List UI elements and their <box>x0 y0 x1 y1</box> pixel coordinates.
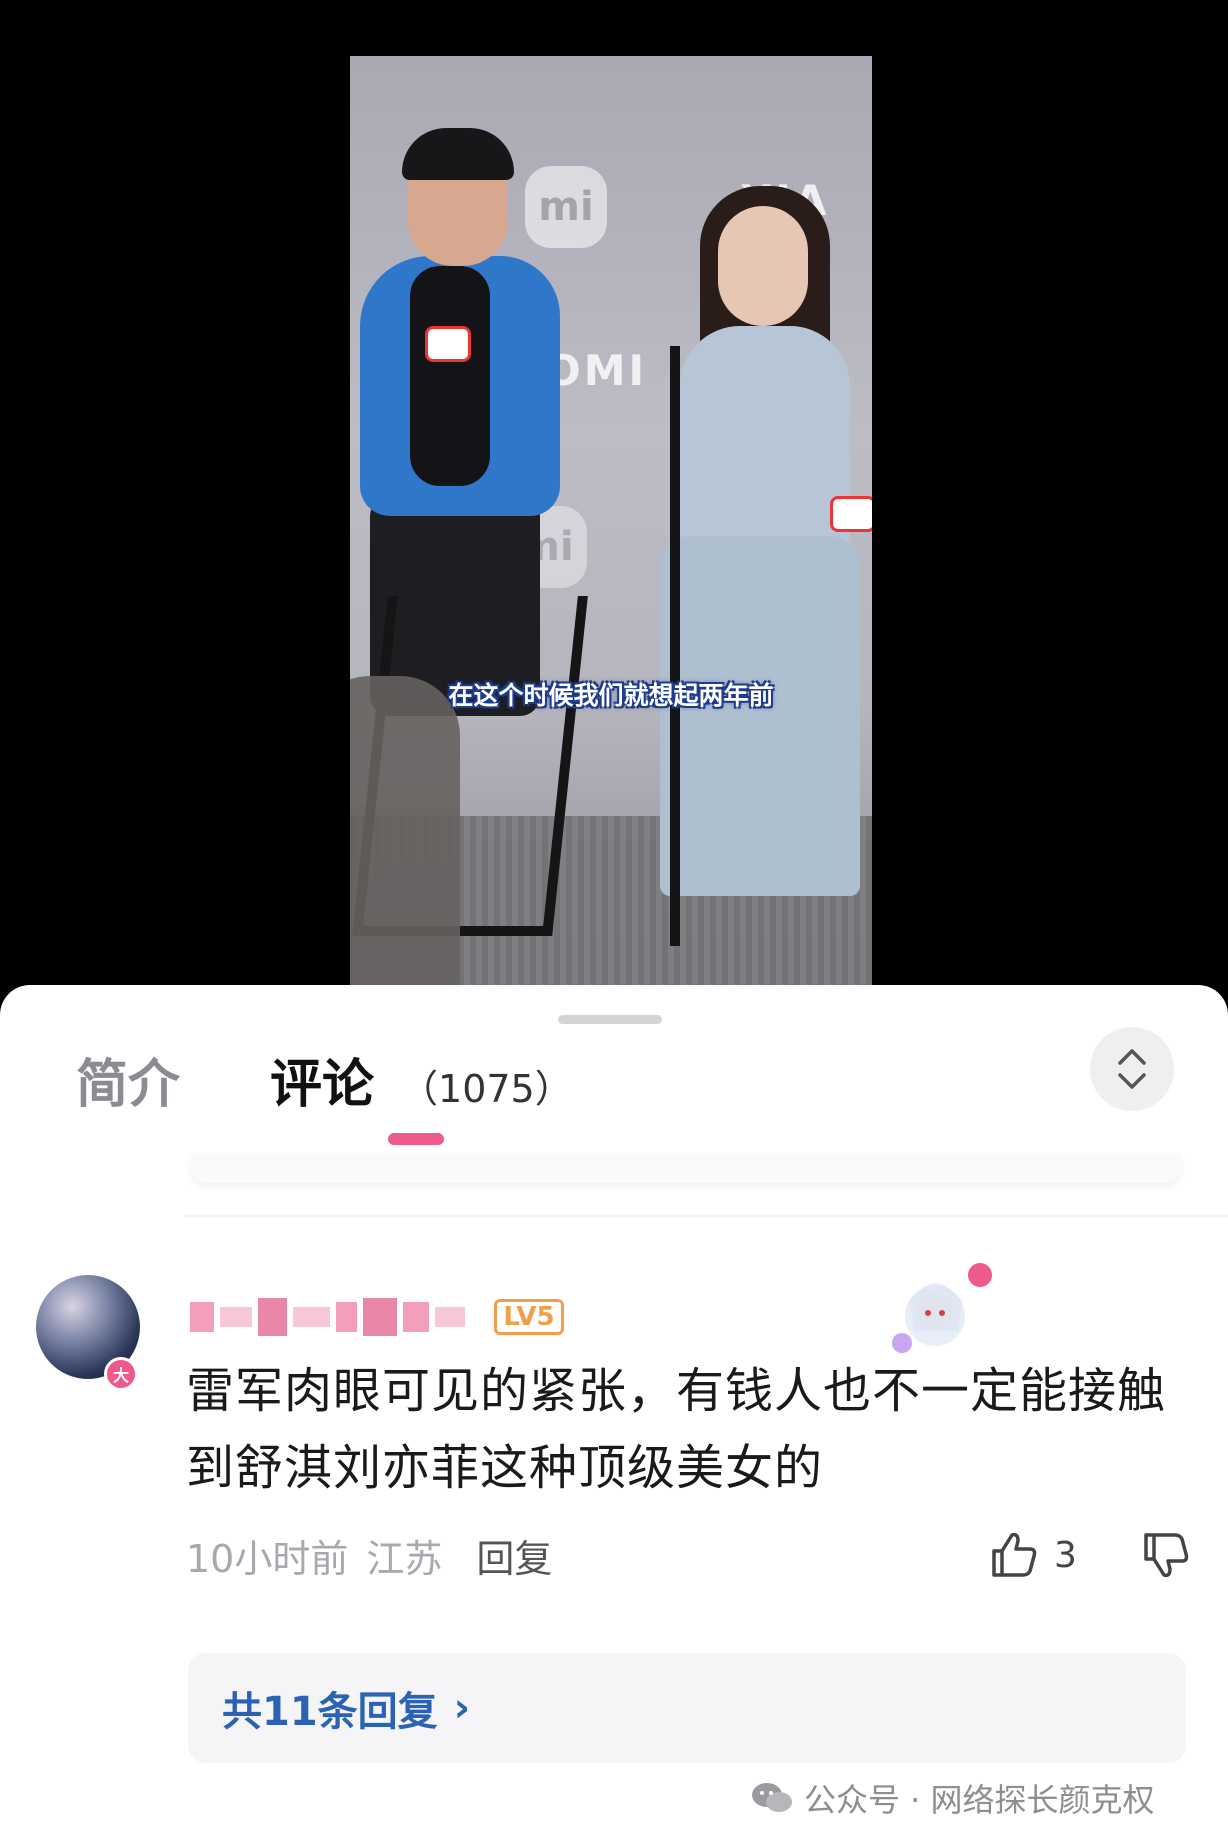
thumbs-up-icon <box>992 1532 1037 1577</box>
wechat-icon <box>752 1783 792 1812</box>
brand-logo: mi <box>525 166 607 248</box>
avatar-badge: 大 <box>104 1357 138 1391</box>
comment-time: 10小时前 <box>186 1536 349 1581</box>
reply-button[interactable]: 回复 <box>476 1528 552 1583</box>
level-badge: LV5 <box>494 1299 564 1335</box>
active-tab-indicator <box>388 1133 444 1145</box>
divider <box>184 1215 1228 1217</box>
like-count: 3 <box>1054 1534 1077 1576</box>
watermark-text: 公众号 · 网络探长颜克权 <box>804 1781 1155 1819</box>
comments-sheet: 简介 评论 （1075） 大 LV5 雷军肉眼可见的紧张，有钱人也不一定能接触到… <box>0 985 1228 1827</box>
view-replies-button[interactable]: 共11条回复 › <box>188 1653 1186 1763</box>
like-button[interactable]: 3 <box>988 1527 1077 1583</box>
video-subtitle: 在这个时候我们就想起两年前 <box>448 681 774 710</box>
video-frame[interactable]: mi mi XIA OMI 在这个时候我们就想起两年前 <box>350 56 872 986</box>
person-figure <box>718 206 808 326</box>
brand-wordmark: OMI <box>545 346 648 395</box>
tab-comments[interactable]: 评论 <box>270 1035 374 1135</box>
audience-head <box>350 676 460 986</box>
sheet-drag-handle[interactable] <box>558 1015 662 1024</box>
previous-card-edge <box>190 1153 1182 1183</box>
comment-text: 雷军肉眼可见的紧张，有钱人也不一定能接触到舒淇刘亦菲这种顶级美女的 <box>186 1363 1167 1496</box>
anime-decoration-icon <box>892 1263 992 1353</box>
chevron-right-icon: › <box>453 1685 471 1731</box>
comment-count: （1075） <box>400 1066 573 1111</box>
comment-meta: 10小时前 江苏 回复 <box>186 1525 552 1585</box>
tab-bar: 简介 评论 （1075） <box>76 1035 573 1135</box>
tab-intro[interactable]: 简介 <box>76 1035 180 1135</box>
person-figure <box>410 266 490 486</box>
thumbs-down-icon[interactable] <box>1140 1529 1192 1581</box>
video-player[interactable]: mi mi XIA OMI 在这个时候我们就想起两年前 <box>0 0 1228 1000</box>
microphone <box>830 496 872 532</box>
expand-collapse-button[interactable] <box>1090 1027 1174 1111</box>
comment-location: 江苏 <box>366 1536 443 1581</box>
expand-collapse-icon <box>1118 1049 1146 1089</box>
watermark: 公众号 · 网络探长颜克权 <box>750 1775 1155 1821</box>
username-pixelated[interactable] <box>190 1295 465 1339</box>
microphone <box>425 326 471 362</box>
person-figure <box>402 128 514 180</box>
director-chair <box>670 346 710 946</box>
replies-label: 共11条回复 <box>222 1689 438 1735</box>
